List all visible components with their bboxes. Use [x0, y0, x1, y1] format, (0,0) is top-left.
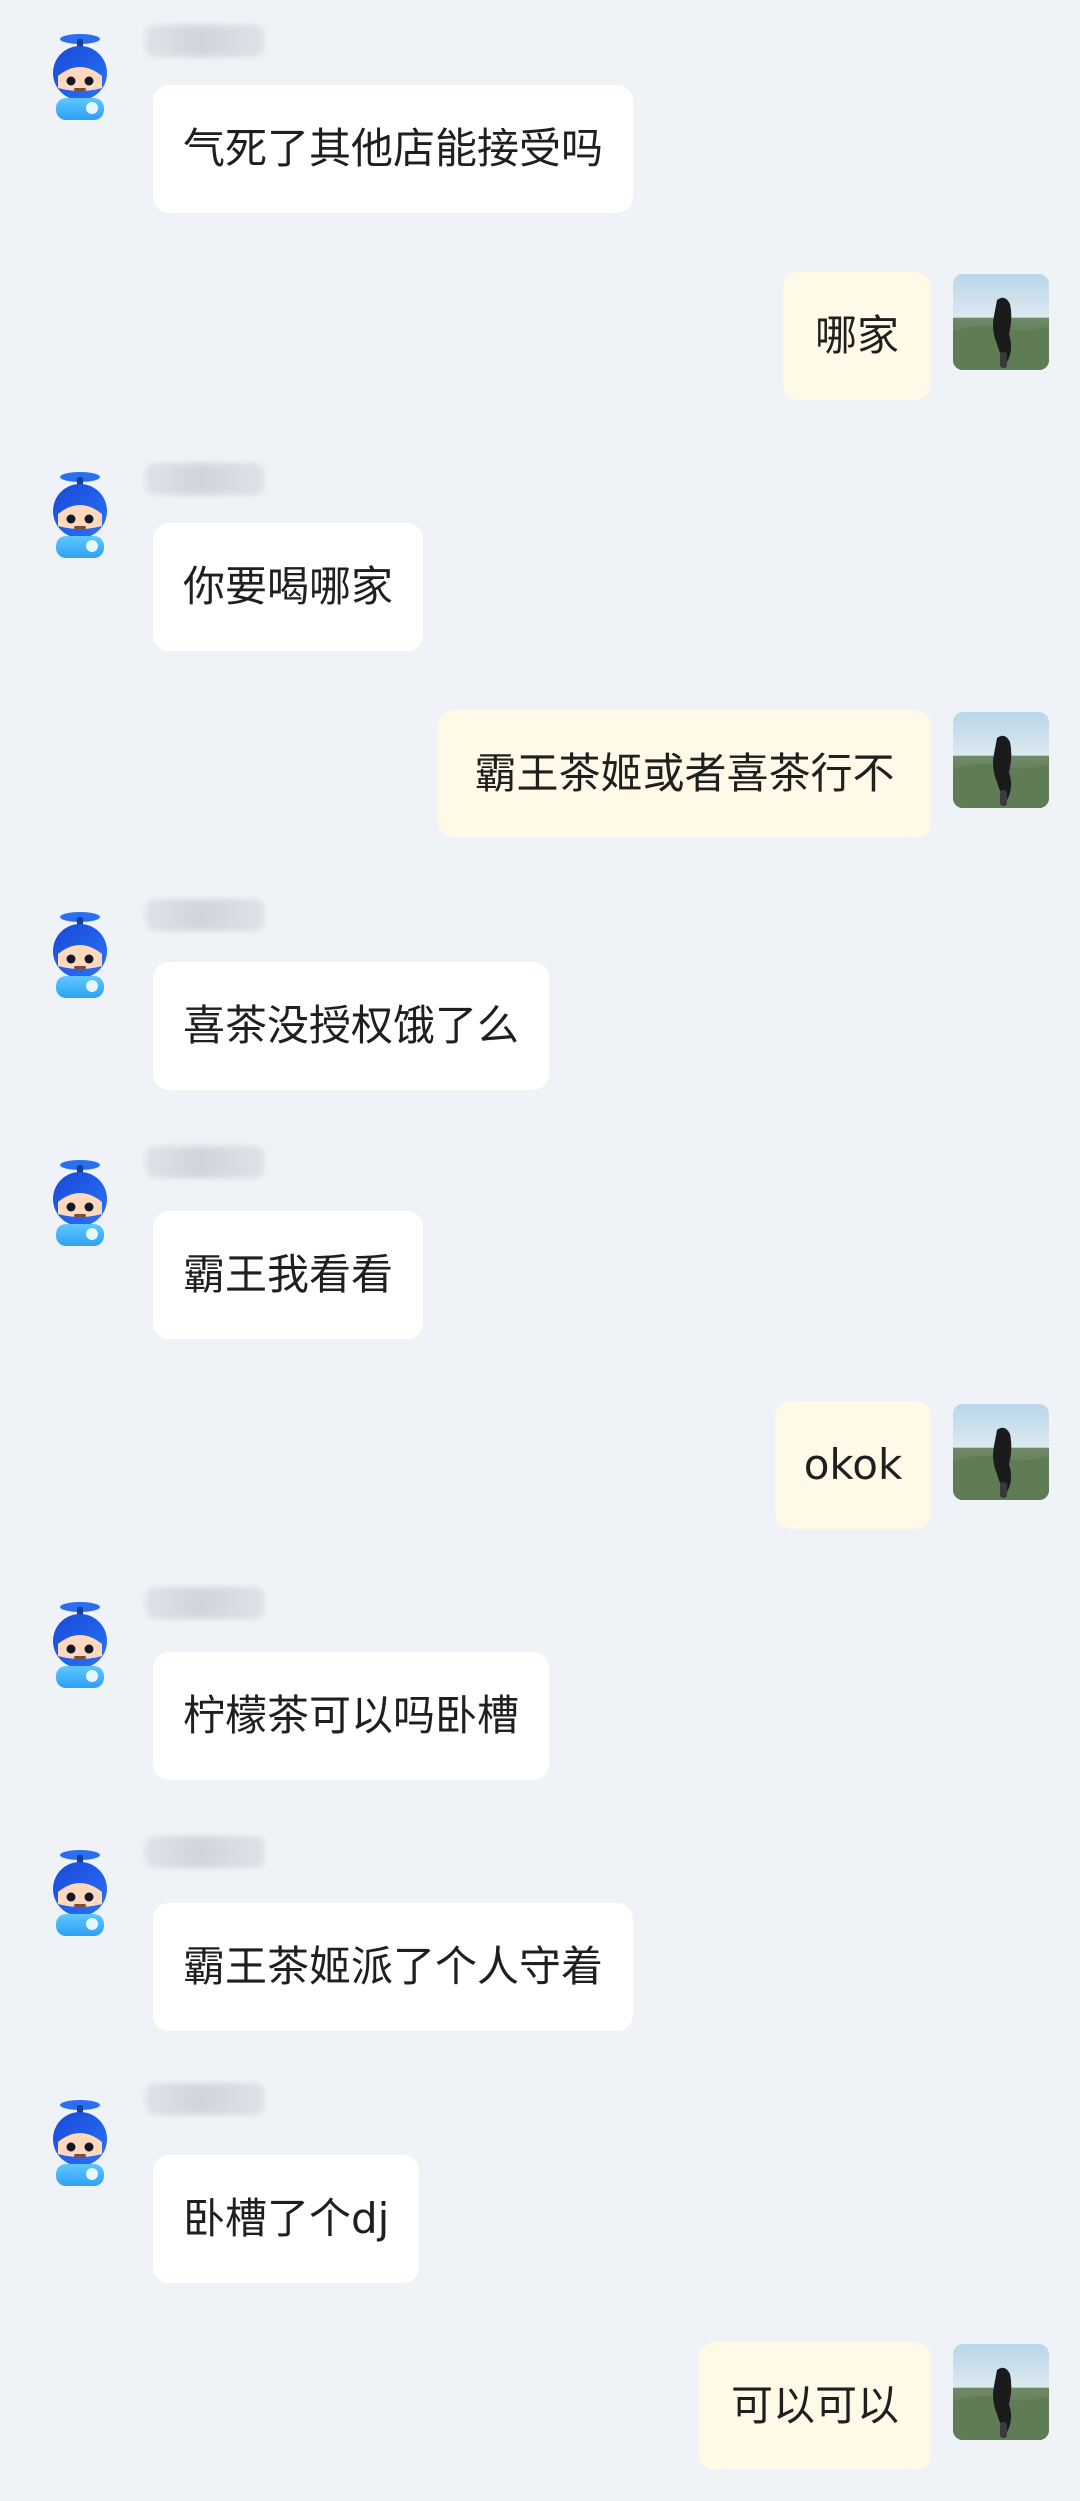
robot-avatar-icon[interactable] [32, 1596, 128, 1692]
user-photo-avatar[interactable] [953, 274, 1049, 370]
message-text: 气死了其他店能接受吗 [183, 124, 604, 173]
message-text: 霸王茶姬派了个人守着 [183, 1942, 604, 1991]
message-bubble: 喜茶没授权饿了么 [153, 962, 550, 1090]
message-text: 你要喝哪家 [183, 562, 394, 611]
message-bubble: 卧槽了个dj [153, 2155, 420, 2283]
user-photo-avatar[interactable] [953, 1404, 1049, 1500]
message-bubble: 可以可以 [699, 2342, 931, 2470]
sender-name-redacted [145, 2083, 265, 2115]
message-text: okok [803, 1440, 903, 1489]
message-text: 霸王茶姬或者喜茶行不 [474, 749, 895, 798]
robot-avatar-icon[interactable] [32, 906, 128, 1002]
robot-avatar-icon[interactable] [32, 466, 128, 562]
message-bubble: 霸王茶姬派了个人守着 [153, 1903, 634, 2031]
message-bubble: 霸王我看看 [153, 1211, 424, 1339]
robot-avatar-icon[interactable] [32, 2094, 128, 2190]
message-text: 喜茶没授权饿了么 [183, 1001, 520, 1050]
message-bubble: 气死了其他店能接受吗 [153, 85, 634, 213]
message-bubble: 霸王茶姬或者喜茶行不 [438, 710, 931, 838]
message-bubble: 柠檬茶可以吗卧槽 [153, 1652, 550, 1780]
robot-avatar-icon[interactable] [32, 1154, 128, 1250]
sender-name-redacted [145, 899, 265, 931]
sender-name-redacted [145, 1836, 265, 1868]
sender-name-redacted [145, 25, 265, 57]
message-bubble: 你要喝哪家 [153, 523, 424, 651]
message-text: 可以可以 [731, 2381, 900, 2430]
message-bubble: 哪家 [783, 272, 931, 400]
robot-avatar-icon[interactable] [32, 28, 128, 124]
robot-avatar-icon[interactable] [32, 1844, 128, 1940]
user-photo-avatar[interactable] [953, 2344, 1049, 2440]
user-photo-avatar[interactable] [953, 712, 1049, 808]
sender-name-redacted [145, 1587, 265, 1619]
sender-name-redacted [145, 463, 265, 495]
message-bubble: okok [775, 1401, 931, 1529]
chat-thread: 气死了其他店能接受吗 哪家 你要喝哪家 霸王茶姬或者喜茶行不 喜茶没授权饿了么 … [0, 0, 1080, 2501]
sender-name-redacted [145, 1146, 265, 1178]
message-text: 柠檬茶可以吗卧槽 [183, 1691, 520, 1740]
message-text: 卧槽了个dj [183, 2194, 390, 2243]
message-text: 霸王我看看 [183, 1250, 394, 1299]
message-text: 哪家 [815, 311, 900, 360]
